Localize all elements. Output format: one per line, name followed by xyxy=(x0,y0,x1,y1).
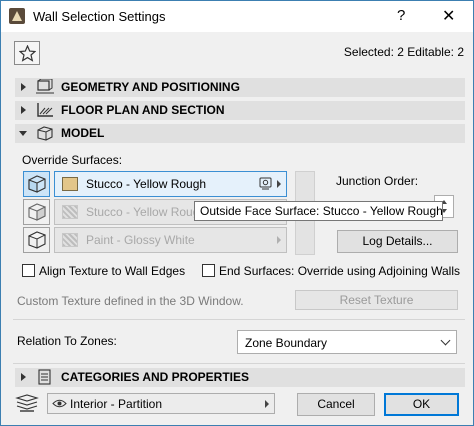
panel-categories-label: CATEGORIES AND PROPERTIES xyxy=(61,370,250,384)
outside-face-icon xyxy=(28,175,46,193)
star-icon xyxy=(19,45,36,62)
section-divider xyxy=(13,363,465,364)
inside-face-button[interactable] xyxy=(23,199,50,225)
collapse-arrow-icon xyxy=(19,131,27,136)
geometry-icon xyxy=(36,79,54,94)
panel-floorplan-label: FLOOR PLAN AND SECTION xyxy=(61,103,225,117)
expand-arrow-icon xyxy=(21,83,26,91)
chevron-right-icon xyxy=(277,180,281,188)
layers-icon xyxy=(15,394,39,412)
material-catalog-icon[interactable] xyxy=(259,177,272,190)
dialog-title: Wall Selection Settings xyxy=(33,9,166,24)
surface-swatch xyxy=(62,233,78,247)
expand-arrow-icon xyxy=(21,373,26,381)
help-button[interactable]: ? xyxy=(397,7,405,24)
override-surfaces-label: Override Surfaces: xyxy=(22,153,123,167)
chevron-right-icon xyxy=(265,400,269,408)
align-texture-checkbox[interactable] xyxy=(22,264,35,277)
log-details-button[interactable]: Log Details... xyxy=(337,230,458,253)
archicad-app-icon xyxy=(9,8,25,24)
surface-tooltip: Outside Face Surface: Stucco - Yellow Ro… xyxy=(194,201,443,221)
categories-icon xyxy=(38,369,51,385)
relation-zones-value: Zone Boundary xyxy=(245,336,328,350)
title-bar: Wall Selection Settings ? ✕ xyxy=(1,1,473,32)
floor-plan-icon xyxy=(37,103,53,117)
custom-texture-note: Custom Texture defined in the 3D Window. xyxy=(17,294,244,308)
edge-face-button[interactable] xyxy=(23,227,50,253)
end-surfaces-label: End Surfaces: Override using Adjoining W… xyxy=(219,264,461,278)
surface-name: Stucco - Yellow Rough xyxy=(86,177,207,191)
panel-floorplan-header[interactable]: FLOOR PLAN AND SECTION xyxy=(15,101,465,120)
edge-face-icon xyxy=(28,231,46,249)
surface-name: Stucco - Yellow Rough xyxy=(86,205,207,219)
expand-arrow-icon xyxy=(21,106,26,114)
chevron-right-icon xyxy=(277,236,281,244)
eye-icon xyxy=(52,399,67,408)
section-divider xyxy=(13,319,465,320)
surface-swatch xyxy=(62,177,78,191)
dialog-window: Wall Selection Settings ? ✕ Selected: 2 … xyxy=(0,0,474,426)
chevron-down-icon xyxy=(440,335,451,346)
layer-selector[interactable]: Interior - Partition xyxy=(47,393,275,414)
surface-picker-edge[interactable]: Paint - Glossy White xyxy=(54,227,287,253)
junction-order-label: Junction Order: xyxy=(336,174,419,188)
panel-categories-header[interactable]: CATEGORIES AND PROPERTIES xyxy=(15,368,465,387)
favorites-button[interactable] xyxy=(14,41,40,65)
ok-button[interactable]: OK xyxy=(384,393,459,416)
selection-count: Selected: 2 Editable: 2 xyxy=(343,45,464,59)
relation-zones-dropdown[interactable]: Zone Boundary xyxy=(237,330,457,354)
surface-name: Paint - Glossy White xyxy=(86,233,195,247)
reset-texture-button[interactable]: Reset Texture xyxy=(295,290,458,310)
panel-geometry-header[interactable]: GEOMETRY AND POSITIONING xyxy=(15,78,465,97)
panel-model-label: MODEL xyxy=(61,126,105,140)
panel-geometry-label: GEOMETRY AND POSITIONING xyxy=(61,80,240,94)
surface-swatch xyxy=(62,205,78,219)
close-button[interactable]: ✕ xyxy=(442,6,455,26)
model-icon xyxy=(37,126,53,141)
outside-face-button[interactable] xyxy=(23,171,50,197)
end-surfaces-checkbox[interactable] xyxy=(202,264,215,277)
layer-name: Interior - Partition xyxy=(70,397,163,411)
surface-picker-outside[interactable]: Stucco - Yellow Rough xyxy=(54,171,287,197)
cancel-button[interactable]: Cancel xyxy=(297,393,375,416)
panel-model-header[interactable]: MODEL xyxy=(15,124,465,143)
align-texture-label: Align Texture to Wall Edges xyxy=(39,264,186,278)
relation-zones-label: Relation To Zones: xyxy=(17,334,117,348)
inside-face-icon xyxy=(28,203,46,221)
